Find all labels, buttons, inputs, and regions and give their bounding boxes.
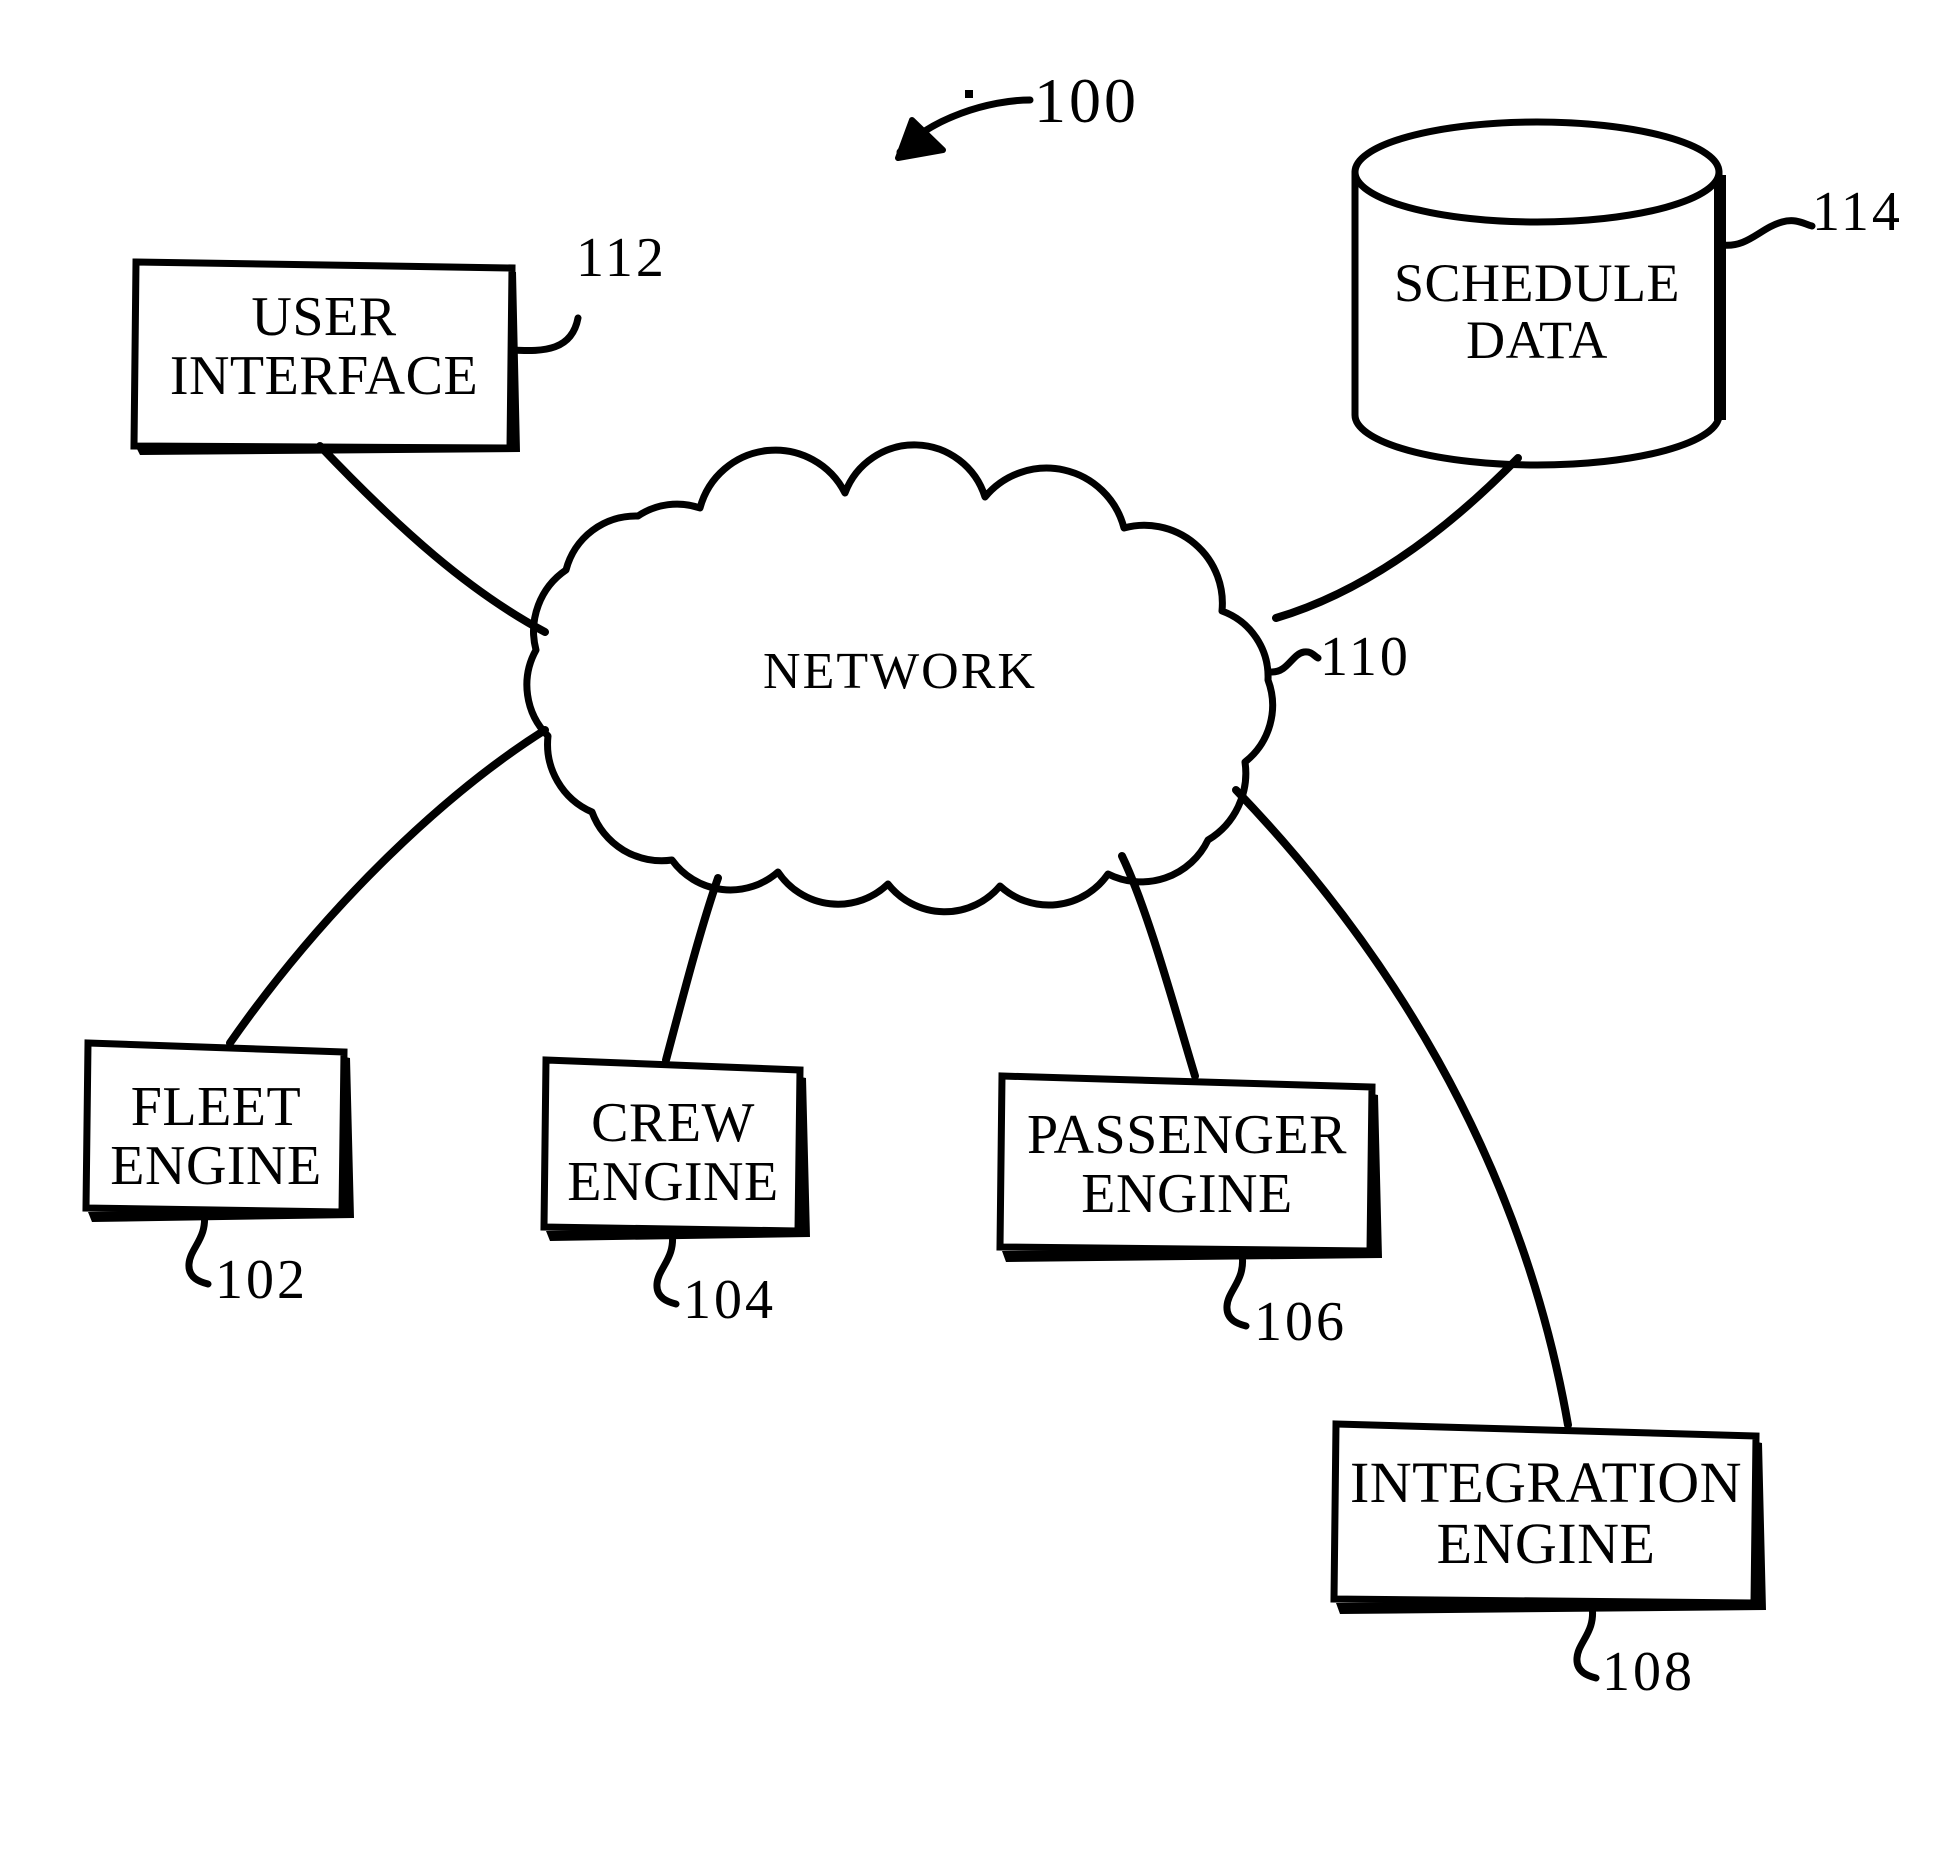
ref-106-leader [1223,1250,1250,1330]
figure-number: 100 [1034,65,1139,136]
network-cloud-shape [523,441,1277,916]
ref-108-leader [1573,1602,1600,1682]
figure-drawing [82,90,1816,1682]
connector-network-fleet [226,726,549,1047]
connector-network-crew [662,874,722,1064]
ref-102-leader [185,1208,212,1288]
fleet-engine-box-shape [82,1039,354,1222]
figure-number-arrow [895,90,1034,161]
ref-106: 106 [1254,1291,1347,1353]
ref-112-leader [508,314,582,355]
user-interface-box-shape [130,258,520,455]
ref-114-leader [1718,217,1816,249]
ref-110: 110 [1320,626,1411,688]
connector-ui-network [316,442,549,636]
ref-108: 108 [1602,1641,1695,1703]
patent-figure: 100 USER INTERFACE 112 SCHEDULE DATA 114… [0,0,1941,1873]
ref-104: 104 [683,1269,776,1331]
ref-110-leader [1268,648,1322,676]
ref-114: 114 [1812,181,1903,243]
ref-102: 102 [215,1249,308,1311]
ref-112: 112 [576,227,667,289]
connector-network-passenger [1118,852,1199,1080]
crew-engine-box-shape [540,1056,810,1241]
integration-engine-box-shape [1330,1420,1766,1614]
connector-schedule-network [1272,454,1522,622]
schedule-data-cylinder-shape [1351,118,1726,469]
passenger-engine-box-shape [996,1072,1382,1262]
ref-104-leader [653,1228,680,1308]
